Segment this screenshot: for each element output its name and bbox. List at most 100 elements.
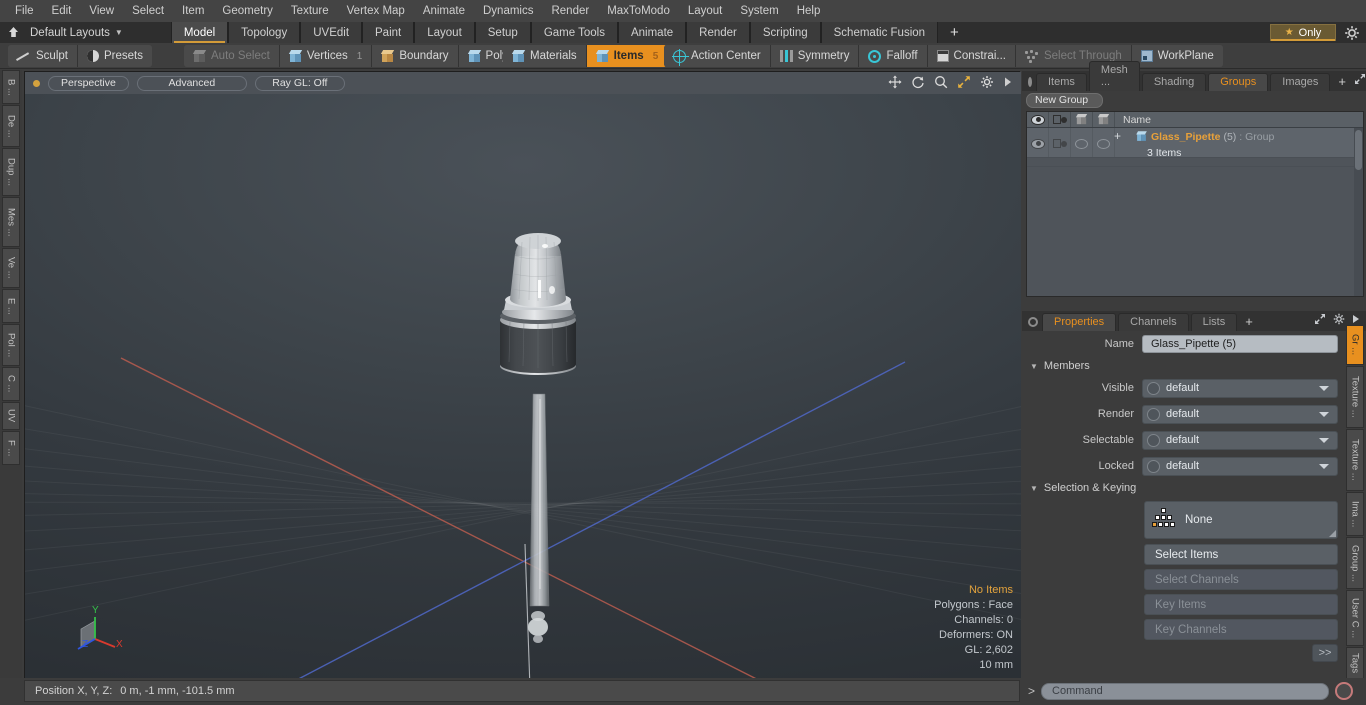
render-dropdown[interactable]: default [1142, 404, 1338, 424]
right-strip-tab-groups[interactable]: Gr ... [1346, 325, 1364, 365]
new-group-button[interactable]: New Group [1026, 92, 1104, 108]
left-strip-tab-c[interactable]: C ... [2, 367, 20, 401]
tab-channels[interactable]: Channels [1118, 313, 1189, 331]
add-tab-button[interactable]: + [938, 22, 971, 43]
toolbar-presets[interactable]: Presets [77, 45, 152, 67]
group-item-list[interactable]: Name + Glass_Pipette (5) : Group 3 Items [1026, 111, 1364, 297]
home-icon[interactable] [0, 22, 26, 43]
menu-item-file[interactable]: File [6, 0, 43, 22]
tab-layout[interactable]: Layout [414, 22, 475, 43]
only-toggle[interactable]: ★ Only [1270, 24, 1336, 41]
tab-paint[interactable]: Paint [362, 22, 415, 43]
locked-dropdown[interactable]: default [1142, 456, 1338, 476]
expand-icon[interactable] [1354, 73, 1366, 88]
tab-uvedit[interactable]: UVEdit [300, 22, 363, 43]
tab-topology[interactable]: Topology [228, 22, 301, 43]
section-members[interactable]: ▼ Members [1022, 357, 1366, 375]
row-render-toggle[interactable] [1049, 128, 1071, 157]
tab-render[interactable]: Render [686, 22, 750, 43]
rotate-icon[interactable] [911, 75, 925, 89]
right-strip-tab-group[interactable]: Group ... [1346, 537, 1364, 589]
tab-lists[interactable]: Lists [1190, 313, 1238, 331]
toolbar-materials[interactable]: Materials [503, 45, 587, 67]
left-strip-tab-e[interactable]: E ... [2, 289, 20, 323]
tab-scripting[interactable]: Scripting [749, 22, 821, 43]
menu-item-layout[interactable]: Layout [679, 0, 732, 22]
tab-mesh[interactable]: Mesh ... [1088, 61, 1140, 91]
menu-item-dynamics[interactable]: Dynamics [474, 0, 542, 22]
gear-icon[interactable] [980, 75, 994, 89]
menu-item-view[interactable]: View [80, 0, 123, 22]
select-items-button[interactable]: Select Items [1144, 544, 1338, 565]
menu-item-vertex-map[interactable]: Vertex Map [338, 0, 414, 22]
name-field[interactable]: Glass_Pipette (5) [1142, 335, 1338, 353]
toolbar-falloff[interactable]: Falloff [859, 45, 928, 67]
selection-target-field[interactable]: None [1144, 501, 1338, 539]
menu-item-geometry[interactable]: Geometry [213, 0, 282, 22]
left-strip-tab-ve[interactable]: Ve ... [2, 248, 20, 288]
viewport-canvas[interactable]: Y X Z No Items Polygons : Face Channels:… [25, 94, 1021, 679]
toolbar-vertices[interactable]: Vertices 1 [279, 45, 373, 67]
expand-row-icon[interactable]: + [1114, 130, 1121, 142]
tab-setup[interactable]: Setup [474, 22, 531, 43]
menu-item-animate[interactable]: Animate [414, 0, 474, 22]
resize-corner-icon[interactable] [1329, 530, 1336, 537]
section-selection-keying[interactable]: ▼ Selection & Keying [1022, 479, 1366, 497]
tab-schematic-fusion[interactable]: Schematic Fusion [820, 22, 939, 43]
add-properties-tab-button[interactable]: + [1239, 314, 1261, 331]
toolbar-auto-select[interactable]: Auto Select [184, 45, 280, 67]
left-strip-tab-pol[interactable]: Pol ... [2, 324, 20, 366]
record-macro-button[interactable] [1335, 682, 1354, 700]
menu-item-maxtomodo[interactable]: MaxToModo [598, 0, 679, 22]
menu-item-item[interactable]: Item [173, 0, 213, 22]
toolbar-sculpt[interactable]: Sculpt [8, 45, 78, 67]
left-strip-tab-dup[interactable]: Dup ... [2, 148, 20, 196]
layout-selector[interactable]: Default Layouts ▼ [26, 22, 133, 43]
tab-groups[interactable]: Groups [1208, 73, 1269, 91]
menu-item-texture[interactable]: Texture [282, 0, 338, 22]
viewport-view-mode[interactable]: Perspective [48, 75, 129, 91]
toolbar-items[interactable]: Items 5 [586, 45, 668, 67]
right-strip-tab-user-channels[interactable]: User C ... [1346, 590, 1364, 646]
tab-model[interactable]: Model [170, 22, 229, 43]
command-input[interactable]: Command [1041, 682, 1330, 700]
toolbar-symmetry[interactable]: Symmetry [770, 45, 860, 67]
play-icon[interactable] [1003, 76, 1013, 88]
selectable-dropdown[interactable]: default [1142, 430, 1338, 450]
gear-icon[interactable] [1344, 25, 1360, 41]
left-strip-tab-f[interactable]: F ... [2, 431, 20, 465]
left-strip-tab-b[interactable]: B ... [2, 70, 20, 104]
row-shade-toggle[interactable] [1071, 128, 1093, 157]
menu-item-help[interactable]: Help [788, 0, 830, 22]
left-strip-tab-uv[interactable]: UV [2, 402, 20, 430]
pan-icon[interactable] [888, 75, 902, 89]
toolbar-constraint[interactable]: Constrai... [927, 45, 1016, 67]
tab-images[interactable]: Images [1270, 73, 1331, 91]
menu-item-edit[interactable]: Edit [43, 0, 81, 22]
row-wire-toggle[interactable] [1093, 128, 1115, 157]
add-panel-tab-button[interactable]: + [1332, 74, 1354, 91]
fit-icon[interactable] [957, 75, 971, 89]
menu-item-select[interactable]: Select [123, 0, 173, 22]
toolbar-workplane[interactable]: WorkPlane [1131, 45, 1223, 67]
viewport-shading-mode[interactable]: Advanced [136, 75, 247, 91]
left-strip-tab-mes[interactable]: Mes ... [2, 197, 20, 247]
panel-menu-icon[interactable] [1028, 77, 1032, 87]
toolbar-boundary[interactable]: Boundary [372, 45, 459, 67]
more-button[interactable]: >> [1312, 644, 1338, 662]
tab-shading[interactable]: Shading [1141, 73, 1207, 91]
toolbar-action-center[interactable]: Action Center [664, 45, 771, 67]
tab-items[interactable]: Items [1036, 73, 1087, 91]
menu-item-render[interactable]: Render [542, 0, 598, 22]
menu-item-system[interactable]: System [731, 0, 787, 22]
visible-dropdown[interactable]: default [1142, 378, 1338, 398]
viewport-raygl-toggle[interactable]: Ray GL: Off [254, 75, 345, 91]
right-strip-tab-images[interactable]: Ima ... [1346, 492, 1364, 536]
item-list-scrollbar[interactable] [1354, 128, 1363, 296]
row-name-cell[interactable]: + Glass_Pipette (5) : Group 3 Items [1114, 128, 1363, 159]
tab-properties[interactable]: Properties [1042, 313, 1117, 331]
left-strip-tab-de[interactable]: De ... [2, 105, 20, 147]
right-strip-tab-tags[interactable]: Tags [1346, 647, 1364, 679]
tab-animate[interactable]: Animate [617, 22, 687, 43]
right-strip-tab-texture-1[interactable]: Texture ... [1346, 366, 1364, 428]
